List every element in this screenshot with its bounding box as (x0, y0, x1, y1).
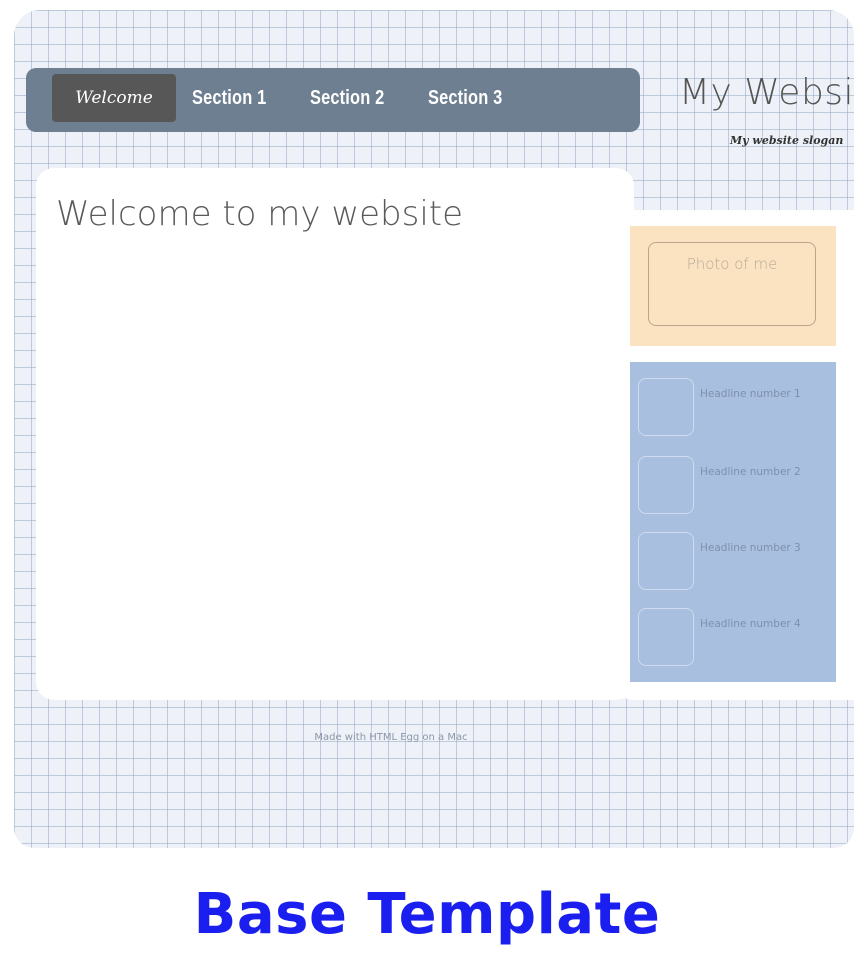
headlines-panel: Headline number 1 Headline number 2 Head… (630, 362, 836, 682)
photo-panel: Photo of me (630, 226, 836, 346)
template-preview: Welcome Section 1 Section 2 Section 3 My… (14, 10, 854, 848)
headline-thumbnail (638, 608, 694, 666)
footer-credit: Made with HTML Egg on a Mac (314, 732, 468, 743)
nav-welcome-button[interactable]: Welcome (52, 74, 176, 122)
headline-label: Headline number 3 (700, 542, 801, 554)
headline-thumbnail (638, 378, 694, 436)
headline-item[interactable]: Headline number 1 (638, 374, 834, 438)
site-title: My Websit (679, 72, 854, 113)
headline-label: Headline number 2 (700, 466, 801, 478)
template-caption: Base Template (193, 882, 661, 947)
headline-label: Headline number 1 (700, 388, 801, 400)
headline-item[interactable]: Headline number 3 (638, 528, 834, 592)
nav-section-1-link[interactable]: Section 1 (192, 82, 266, 114)
headline-thumbnail (638, 456, 694, 514)
nav-section-2-link[interactable]: Section 2 (310, 82, 384, 114)
main-content-area: Welcome to my website (36, 168, 634, 700)
headline-thumbnail (638, 532, 694, 590)
nav-section-3-link[interactable]: Section 3 (428, 82, 502, 114)
headline-item[interactable]: Headline number 4 (638, 604, 834, 668)
navigation-bar: Welcome Section 1 Section 2 Section 3 (26, 68, 640, 132)
site-slogan: My website slogan (730, 134, 844, 147)
headline-item[interactable]: Headline number 2 (638, 452, 834, 516)
headline-label: Headline number 4 (700, 618, 801, 630)
main-heading: Welcome to my website (56, 194, 464, 234)
photo-placeholder[interactable]: Photo of me (648, 242, 816, 326)
